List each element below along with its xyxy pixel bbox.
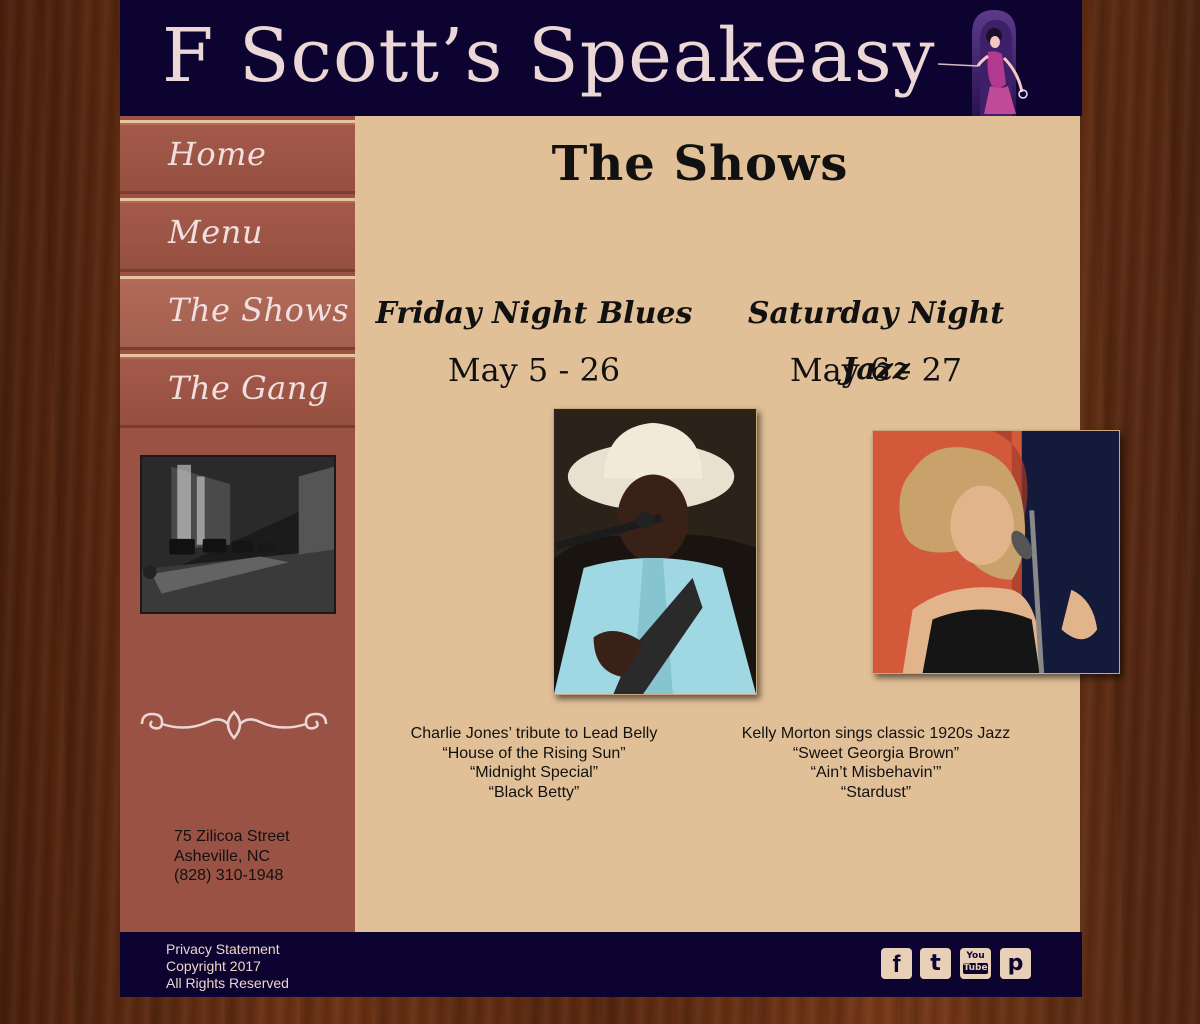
nav-home-label: Home — [168, 135, 267, 173]
nav-the-shows[interactable]: The Shows — [120, 276, 355, 350]
song-title: “Black Betty” — [488, 783, 580, 801]
rights-text: All Rights Reserved — [166, 975, 289, 991]
song-title: “Midnight Special” — [469, 764, 599, 781]
pinterest-glyph: p — [1007, 951, 1024, 976]
show-description-friday: Charlie Jones’ tribute to Lead Belly “Ho… — [369, 724, 699, 802]
nav-the-gang-label: The Gang — [168, 369, 329, 407]
jazz-singer-photo — [872, 430, 1120, 674]
page-container: F Scott’s Speakeasy Home Menu The Shows … — [120, 0, 1120, 997]
show-description-saturday: Kelly Morton sings classic 1920s Jazz “S… — [711, 724, 1041, 802]
facebook-glyph: f — [892, 951, 901, 978]
nav-the-shows-label: The Shows — [168, 291, 350, 329]
vintage-street-photo — [140, 455, 336, 614]
site-header: F Scott’s Speakeasy — [120, 0, 1082, 116]
song-title: “Stardust” — [840, 783, 912, 801]
sidebar: Home Menu The Shows The Gang 75 Zilicoa … — [120, 116, 355, 932]
address-phone[interactable]: (828) 310-1948 — [174, 866, 290, 886]
show-name: Saturday Night Jazz — [747, 296, 1005, 387]
show-friday: Friday Night Blues May 5 - 26 — [369, 286, 699, 396]
nav-menu[interactable]: Menu — [120, 198, 355, 272]
youtube-glyph-bottom: Tube — [963, 963, 988, 974]
facebook-icon[interactable]: f — [881, 948, 912, 979]
footer-legal: Privacy Statement Copyright 2017 All Rig… — [166, 941, 289, 992]
twitter-glyph: t — [930, 951, 941, 976]
description-line: Kelly Morton sings classic 1920s Jazz — [741, 725, 1011, 742]
pinterest-icon[interactable]: p — [1000, 948, 1031, 979]
nav-the-gang[interactable]: The Gang — [120, 354, 355, 428]
song-title: “Sweet Georgia Brown” — [792, 744, 960, 762]
address-street: 75 Zilicoa Street — [174, 828, 290, 845]
address-city: Asheville, NC — [174, 847, 271, 865]
site-title[interactable]: F Scott’s Speakeasy — [162, 8, 936, 104]
copyright-text: Copyright 2017 — [166, 958, 261, 974]
blues-performer-photo — [553, 408, 757, 695]
show-saturday: Saturday Night Jazz May 6 - 27 — [711, 286, 1041, 396]
show-name: Friday Night Blues — [375, 296, 693, 331]
privacy-statement-link[interactable]: Privacy Statement — [166, 941, 289, 958]
site-footer: Privacy Statement Copyright 2017 All Rig… — [120, 932, 1082, 997]
nav-home[interactable]: Home — [120, 120, 355, 194]
address-block: 75 Zilicoa Street Asheville, NC (828) 31… — [174, 827, 290, 886]
nav-menu-label: Menu — [168, 213, 263, 251]
flapper-logo-icon — [937, 10, 1028, 116]
show-dates: May 5 - 26 — [447, 351, 621, 389]
twitter-icon[interactable]: t — [920, 948, 951, 979]
page-title: The Shows — [551, 136, 849, 192]
song-title: “Ain’t Misbehavin’” — [810, 764, 942, 781]
show-dates: May 6 - 27 — [789, 351, 963, 389]
description-line: Charlie Jones’ tribute to Lead Belly — [410, 725, 658, 742]
song-title: “House of the Rising Sun” — [442, 744, 626, 762]
youtube-glyph-top: You — [966, 951, 985, 961]
youtube-icon[interactable]: You Tube — [960, 948, 991, 979]
flourish-ornament-icon — [140, 710, 328, 740]
main-content: The Shows Friday Night Blues May 5 - 26 … — [355, 116, 1120, 932]
